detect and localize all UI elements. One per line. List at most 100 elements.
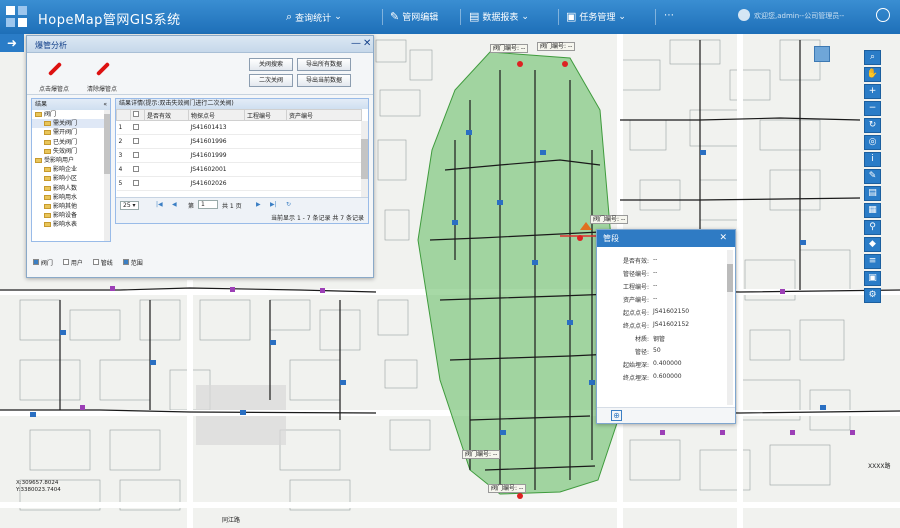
close-icon[interactable]: ✕ <box>719 230 727 247</box>
nav-pipe-edit[interactable]: ✎ 管网编辑 <box>390 10 438 23</box>
tree-item[interactable]: 失效阀门 <box>32 147 110 156</box>
zoom-to-feature-icon[interactable]: ⊕ <box>611 410 622 421</box>
next-page-icon[interactable]: ▶ <box>256 201 261 208</box>
click-burst-point-tool[interactable]: 点击爆管点 <box>29 58 79 93</box>
col-asset[interactable]: 资产编号 <box>286 109 362 121</box>
pipe-burst-panel: 爆管分析 — ✕ 点击爆管点 清除爆管点 关阀搜索 导出所有数据 二次关阀 导出… <box>26 35 374 278</box>
nav-data-report[interactable]: ▤ 数据报表 ⌄ <box>469 10 529 23</box>
tree-item[interactable]: 受影响用户 <box>32 156 110 165</box>
checkbox[interactable] <box>62 259 69 265</box>
clear-burst-point-tool[interactable]: 清除爆管点 <box>77 58 127 93</box>
panel-header: 爆管分析 — ✕ <box>27 36 373 53</box>
row-checkbox[interactable] <box>132 123 139 130</box>
export-all-button[interactable]: 导出所有数据 <box>297 58 351 71</box>
attribute-row: 起点点号: JS41602150 <box>597 308 727 318</box>
attribute-key: 工程编号: <box>622 284 649 291</box>
second-close-button[interactable]: 二次关阀 <box>249 74 293 87</box>
tree-item[interactable]: 阀门 <box>32 110 110 119</box>
zoom-in-icon[interactable]: ⌕ <box>864 50 881 65</box>
legend-item[interactable]: 阀门 <box>33 258 53 267</box>
collapse-icon[interactable]: « <box>103 99 107 110</box>
first-page-icon[interactable]: |◀ <box>156 201 163 208</box>
tree-item[interactable]: 已关阀门 <box>32 138 110 147</box>
plus-icon[interactable]: + <box>864 84 881 99</box>
refresh-icon[interactable]: ↻ <box>864 118 881 133</box>
col-project[interactable]: 工程编号 <box>244 109 287 121</box>
pan-icon[interactable]: ✋ <box>864 67 881 82</box>
tree-item[interactable]: 影响小区 <box>32 174 110 183</box>
row-checkbox[interactable] <box>132 179 139 186</box>
row-number: 4 <box>116 162 131 177</box>
attribute-row: 资产编号: -- <box>597 295 727 305</box>
nav-query-stats[interactable]: ⌕ 查询统计 ⌄ <box>286 10 342 24</box>
layer-icon[interactable]: ▦ <box>864 203 881 218</box>
row-checkbox[interactable] <box>132 165 139 172</box>
nav-label: 查询统计 <box>295 13 332 24</box>
row-checkbox[interactable] <box>132 137 139 144</box>
page-size-select[interactable]: 25 ▾ <box>120 201 139 210</box>
col-point[interactable]: 物探点号 <box>188 109 245 121</box>
legend-item[interactable]: 管线 <box>92 258 113 267</box>
last-page-icon[interactable]: ▶| <box>270 201 277 208</box>
folder-icon <box>44 148 51 154</box>
tree-item[interactable]: 影响人数 <box>32 184 110 193</box>
list-icon[interactable]: ≡ <box>864 254 881 269</box>
row-checkbox[interactable] <box>132 151 139 158</box>
folder-icon <box>44 167 51 173</box>
tree-item[interactable]: 影响企业 <box>32 165 110 174</box>
checkbox-checked[interactable] <box>33 259 39 265</box>
tag-icon[interactable]: ◆ <box>864 237 881 252</box>
legend-item[interactable]: 用户 <box>62 258 83 267</box>
user-info[interactable]: 欢迎您,admin--公司管理员-- <box>754 11 844 21</box>
table-row[interactable]: 3 JS41601999 <box>116 148 362 163</box>
tree-item[interactable]: 影响用水 <box>32 193 110 202</box>
select-all-checkbox[interactable] <box>133 111 139 117</box>
locate-icon[interactable]: ◎ <box>864 135 881 150</box>
table-row[interactable]: 4 JS41602001 <box>116 162 362 177</box>
table-row[interactable]: 2 JS41601996 <box>116 134 362 149</box>
minus-icon[interactable]: − <box>864 101 881 116</box>
export-current-button[interactable]: 导出当前数据 <box>297 74 351 87</box>
attribute-row: 是否有效: -- <box>597 256 727 266</box>
attribute-value: 钢管 <box>653 336 666 343</box>
minimize-icon[interactable]: — <box>351 39 361 49</box>
close-icon[interactable]: ✕ <box>363 39 371 49</box>
refresh-icon[interactable]: ↻ <box>286 201 291 208</box>
valve-search-button[interactable]: 关阀搜索 <box>249 58 293 71</box>
print-icon[interactable]: ▤ <box>864 186 881 201</box>
prev-page-icon[interactable]: ◀ <box>172 201 177 208</box>
info-icon[interactable]: i <box>864 152 881 167</box>
nav-task-manage[interactable]: ▣ 任务管理 ⌄ <box>566 10 626 23</box>
tree-item[interactable]: 影响其他 <box>32 202 110 211</box>
cell-asset <box>286 134 362 149</box>
attribute-value: JS41602152 <box>653 321 690 328</box>
power-icon[interactable] <box>876 8 890 22</box>
tree-item[interactable]: 需开阀门 <box>32 128 110 137</box>
attribute-row: 材质: 钢管 <box>597 334 727 344</box>
cell-valid <box>144 148 189 163</box>
table-icon[interactable]: ▣ <box>864 271 881 286</box>
tree-item[interactable]: 需关阀门 <box>32 119 110 129</box>
3d-cube-icon[interactable] <box>814 46 830 62</box>
expand-panel-button[interactable]: ➜ <box>0 34 24 52</box>
measure-icon[interactable]: ✎ <box>864 169 881 184</box>
attribute-key: 终点点号: <box>622 323 649 330</box>
page-input[interactable]: 1 <box>198 200 218 209</box>
tree-item[interactable]: 影响水表 <box>32 220 110 229</box>
cell-point: JS41601999 <box>188 148 245 163</box>
avatar <box>738 9 750 21</box>
marker-icon[interactable]: ⚲ <box>864 220 881 235</box>
grid-header-row: 是否有效 物探点号 工程编号 资产编号 <box>116 109 362 121</box>
table-row[interactable]: 1 JS41601413 <box>116 120 362 135</box>
col-valid[interactable]: 是否有效 <box>144 109 189 121</box>
checkbox-checked[interactable] <box>122 259 129 265</box>
table-row[interactable]: 5 JS41602026 <box>116 176 362 191</box>
legend-item[interactable]: 范围 <box>122 258 143 267</box>
tree-item-label: 已关阀门 <box>53 138 78 146</box>
settings-icon[interactable]: ⚙ <box>864 288 881 303</box>
tree-item[interactable]: 影响设备 <box>32 211 110 220</box>
more-icon[interactable]: ⋯ <box>664 10 674 21</box>
popup-scrollbar[interactable] <box>727 250 733 405</box>
checkbox[interactable] <box>92 259 99 265</box>
coordinate-readout: X:309657.8024 Y:3380023.7404 <box>16 480 61 493</box>
